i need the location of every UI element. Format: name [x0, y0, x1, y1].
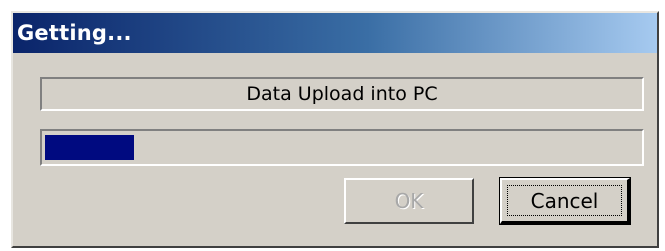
- status-text: Data Upload into PC: [246, 83, 438, 105]
- progress-bar-fill: [45, 135, 134, 160]
- cancel-button-label: Cancel: [530, 188, 599, 213]
- cancel-button[interactable]: Cancel: [499, 177, 631, 225]
- title-bar[interactable]: Getting...: [13, 13, 657, 53]
- dialog-title: Getting...: [17, 21, 132, 45]
- ok-button[interactable]: OK: [344, 178, 474, 224]
- status-panel: Data Upload into PC: [40, 77, 644, 111]
- progress-bar: [40, 129, 644, 166]
- progress-dialog: Getting... Data Upload into PC OK Cancel: [11, 11, 659, 248]
- ok-button-label: OK: [394, 189, 424, 213]
